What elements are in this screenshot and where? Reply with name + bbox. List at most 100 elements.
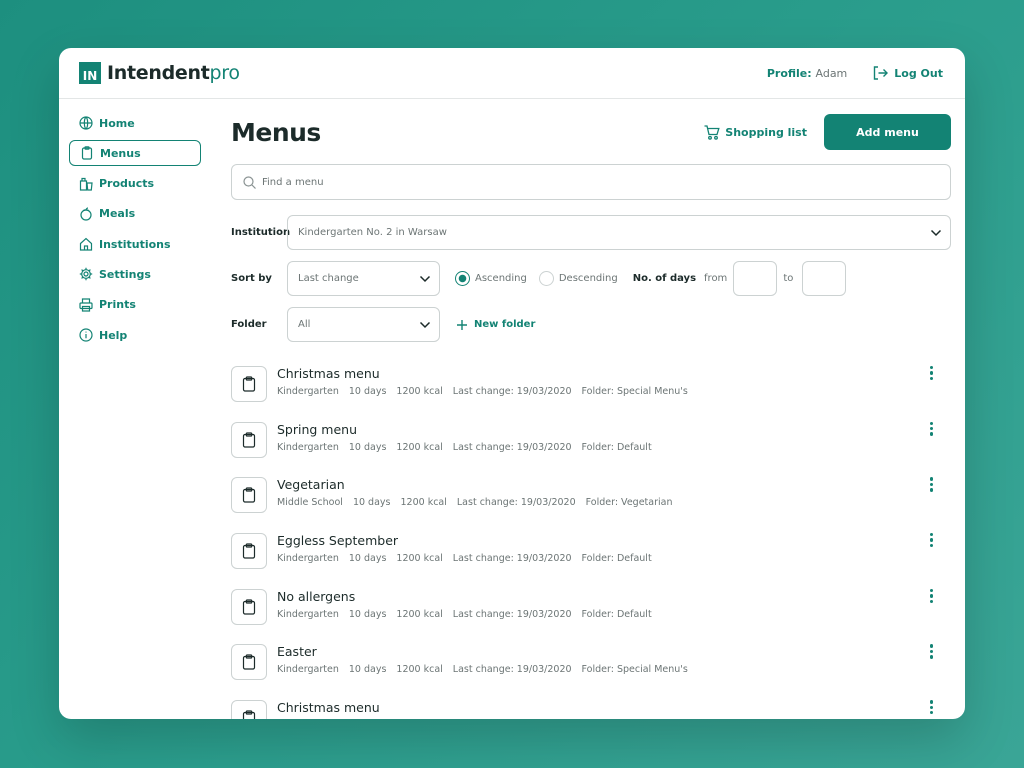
- info-icon: [79, 328, 93, 342]
- menu-days: 10 days: [352, 497, 391, 509]
- sidebar-item-label: Menus: [100, 146, 141, 160]
- sidebar-item-settings[interactable]: Settings: [69, 261, 201, 287]
- institution-select[interactable]: Kindergarten No. 2 in Warsaw: [287, 215, 951, 250]
- cart-icon: [704, 124, 720, 140]
- search-icon: [243, 175, 256, 189]
- list-item[interactable]: Easter Kindergarten 10 days 1200 kcal La…: [231, 644, 951, 700]
- shopping-list-button[interactable]: Shopping list: [704, 124, 807, 140]
- clipboard-icon: [242, 543, 256, 559]
- printer-icon: [79, 298, 93, 312]
- menu-item-icon-box: [231, 366, 267, 402]
- menu-title: Christmas menu: [277, 366, 380, 381]
- menu-folder: Folder: Default: [581, 441, 652, 453]
- days-to-label: to: [783, 273, 794, 284]
- menu-last-change: Last change: 19/03/2020: [452, 441, 572, 453]
- sidebar-item-label: Institutions: [99, 237, 171, 251]
- list-item[interactable]: Eggless September Kindergarten 10 days 1…: [231, 533, 951, 589]
- menu-title: No allergens: [277, 588, 356, 604]
- search-box[interactable]: [231, 164, 951, 200]
- menu-days: 10 days: [348, 608, 387, 620]
- sort-value: Last change: [298, 273, 359, 284]
- menu-last-change: Last change: 19/03/2020: [452, 664, 572, 676]
- menu-days: 10 days: [348, 386, 387, 397]
- clipboard-icon: [242, 487, 256, 503]
- menu-institution-type: Kindergarten: [277, 553, 339, 565]
- logo[interactable]: IN Intendentpro: [79, 62, 240, 84]
- more-options-icon[interactable]: [929, 366, 935, 382]
- meal-icon: [80, 207, 92, 221]
- more-options-icon[interactable]: [929, 700, 935, 716]
- menu-institution-type: Kindergarten: [277, 386, 339, 397]
- menu-folder: Folder: Default: [581, 553, 652, 565]
- menu-item-icon-box: [231, 477, 267, 514]
- sidebar-item-help[interactable]: Help: [69, 322, 201, 348]
- sidebar-item-menus[interactable]: Menus: [69, 140, 201, 167]
- logout-icon: [874, 66, 889, 80]
- menu-title: Eggless September: [277, 533, 399, 549]
- new-folder-button[interactable]: New folder: [456, 319, 535, 331]
- ascending-label: Ascending: [475, 273, 527, 284]
- menu-title: Vegetarian: [277, 477, 345, 493]
- clipboard-icon: [242, 654, 256, 671]
- plus-icon: [457, 319, 467, 330]
- days-to-input[interactable]: [802, 261, 847, 296]
- logout-button[interactable]: Log Out: [873, 66, 943, 80]
- days-from-input[interactable]: [733, 261, 778, 296]
- menu-meta: Kindergarten 10 days 1200 kcal Last chan…: [277, 442, 652, 453]
- menu-kcal: 1200 kcal: [396, 553, 443, 565]
- sidebar-item-home[interactable]: Home: [69, 110, 201, 136]
- menu-meta: Kindergarten 10 days 1200 kcal Last chan…: [277, 664, 688, 675]
- menu-days: 10 days: [348, 553, 387, 565]
- page-title: Menus: [231, 117, 321, 147]
- menu-kcal: 1200 kcal: [396, 441, 443, 453]
- profile-user: Adam: [815, 66, 848, 80]
- descending-radio[interactable]: Descending: [538, 271, 618, 286]
- menu-kcal: 1200 kcal: [396, 608, 443, 620]
- menu-meta: Middle School 10 days 1200 kcal Last cha…: [277, 497, 672, 508]
- radio-checked-icon: [455, 271, 470, 286]
- folder-select[interactable]: All: [287, 307, 440, 342]
- descending-label: Descending: [558, 273, 618, 284]
- more-options-icon[interactable]: [929, 588, 935, 605]
- sidebar-item-institutions[interactable]: Institutions: [69, 231, 201, 257]
- menu-meta: Kindergarten 10 days 1200 kcal Last chan…: [277, 609, 652, 620]
- sidebar-item-prints[interactable]: Prints: [69, 292, 201, 318]
- search-input[interactable]: [262, 176, 902, 188]
- folder-label: Folder: [231, 319, 267, 330]
- sidebar-item-meals[interactable]: Meals: [69, 201, 201, 227]
- institution-value: Kindergarten No. 2 in Warsaw: [298, 227, 447, 238]
- sidebar-item-label: Products: [99, 177, 155, 191]
- menu-days: 10 days: [348, 664, 387, 676]
- chevron-down-icon: [419, 275, 431, 282]
- sidebar-item-products[interactable]: Products: [69, 171, 201, 197]
- chevron-down-icon: [930, 229, 942, 236]
- main-content: Menus Shopping list Add menu Institution…: [231, 114, 951, 719]
- profile[interactable]: Profile: Adam: [767, 67, 847, 80]
- menu-last-change: Last change: 19/03/2020: [452, 608, 572, 620]
- add-menu-button[interactable]: Add menu: [824, 114, 951, 150]
- menu-kcal: 1200 kcal: [400, 497, 447, 509]
- more-options-icon[interactable]: [929, 477, 935, 493]
- sidebar-item-label: Home: [99, 116, 135, 130]
- list-item[interactable]: Christmas menu: [231, 700, 951, 719]
- menu-institution-type: Kindergarten: [277, 664, 339, 676]
- house-icon: [79, 237, 93, 251]
- sidebar-item-label: Prints: [99, 298, 136, 312]
- menu-list: Christmas menu Kindergarten 10 days 1200…: [231, 366, 951, 719]
- sidebar-item-label: Meals: [99, 207, 136, 221]
- list-item[interactable]: Vegetarian Middle School 10 days 1200 kc…: [231, 477, 951, 533]
- menu-item-icon-box: [231, 644, 267, 681]
- chevron-down-icon: [419, 321, 431, 328]
- more-options-icon[interactable]: [929, 533, 935, 549]
- list-item[interactable]: Christmas menu Kindergarten 10 days 1200…: [231, 366, 951, 422]
- more-options-icon[interactable]: [929, 421, 935, 438]
- list-item[interactable]: No allergens Kindergarten 10 days 1200 k…: [231, 588, 951, 645]
- ascending-radio[interactable]: Ascending: [455, 271, 527, 286]
- menu-last-change: Last change: 19/03/2020: [452, 553, 572, 565]
- menu-item-icon-box: [231, 700, 267, 719]
- more-options-icon[interactable]: [929, 644, 935, 660]
- new-folder-label: New folder: [474, 319, 536, 330]
- list-item[interactable]: Spring menu Kindergarten 10 days 1200 kc…: [231, 421, 951, 478]
- sidebar-item-label: Help: [99, 328, 128, 342]
- sort-select[interactable]: Last change: [287, 261, 440, 296]
